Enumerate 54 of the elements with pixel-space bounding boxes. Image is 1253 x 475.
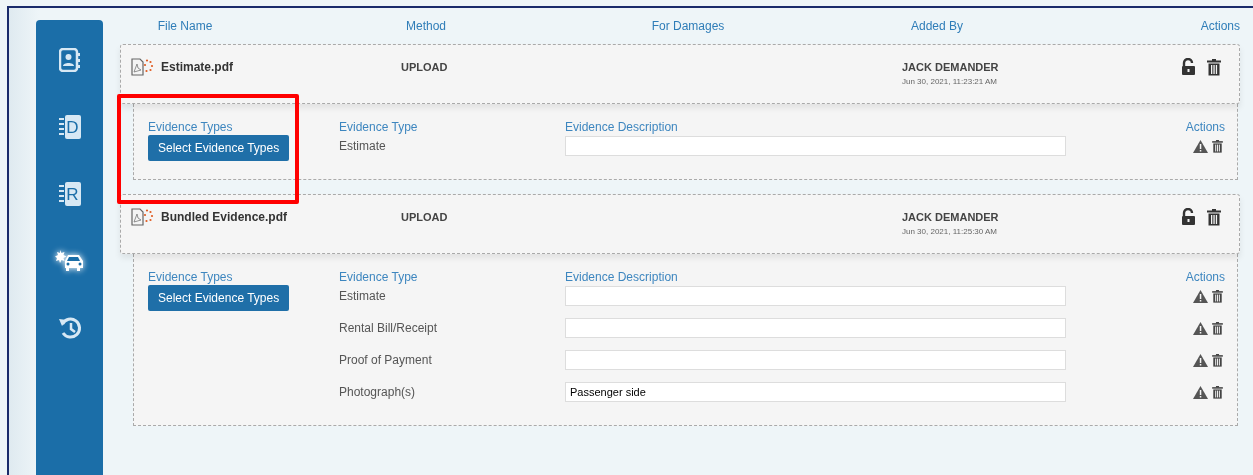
evidence-description-field[interactable]: Passenger side: [565, 382, 1066, 402]
unlock-icon[interactable]: [1181, 58, 1197, 76]
unlock-icon[interactable]: [1181, 208, 1197, 226]
select-evidence-types-button[interactable]: Select Evidence Types: [148, 285, 290, 311]
warning-icon[interactable]: [1193, 321, 1208, 335]
warning-icon[interactable]: [1193, 353, 1208, 367]
evidence-type-label: Evidence Type: [339, 270, 419, 284]
evidence-type: Estimate: [339, 289, 387, 303]
evidence-description-field[interactable]: [565, 286, 1066, 306]
evidence-type: Photograph(s): [339, 385, 417, 399]
added-by-name: JACK DEMANDER: [902, 61, 1000, 73]
evidence-type-label: Evidence Type: [339, 120, 419, 134]
evidence-types-label: Evidence Types: [148, 120, 234, 134]
evidence-type: Proof of Payment: [339, 353, 433, 367]
sidebar-item[interactable]: R: [49, 174, 90, 214]
car-crash-icon: [54, 249, 85, 273]
trash-icon[interactable]: [1207, 58, 1221, 76]
evidence-description-field[interactable]: [565, 350, 1066, 370]
trash-icon[interactable]: [1207, 208, 1221, 226]
evidence-type: Rental Bill/Receipt: [339, 321, 439, 335]
added-timestamp: Jun 30, 2021, 11:25:30 AM: [902, 227, 999, 236]
file-name: Bundled Evidence.pdf: [161, 210, 287, 224]
contact-book-icon: [58, 48, 81, 72]
warning-icon[interactable]: [1193, 289, 1208, 303]
evidence-description-label: Evidence Description: [565, 270, 679, 284]
upload-method: UPLOAD: [401, 60, 449, 73]
upload-method: UPLOAD: [401, 210, 449, 223]
actions-label: Actions: [1184, 270, 1225, 284]
pdf-file-icon: [131, 208, 155, 226]
warning-icon[interactable]: [1193, 139, 1208, 153]
trash-icon[interactable]: [1212, 353, 1223, 367]
trash-icon[interactable]: [1212, 321, 1223, 335]
trash-icon[interactable]: [1212, 385, 1223, 399]
column-header: Actions: [1199, 19, 1240, 33]
column-header: Added By: [909, 19, 964, 33]
evidence-description-field[interactable]: [565, 318, 1066, 338]
trash-icon[interactable]: [1212, 139, 1223, 153]
file-name: Estimate.pdf: [161, 60, 233, 74]
sidebar-item[interactable]: D: [49, 107, 90, 147]
column-header: For Damages: [650, 19, 726, 33]
column-header: File Name: [156, 19, 214, 33]
evidence-types-label: Evidence Types: [148, 270, 234, 284]
evidence-type: Estimate: [339, 139, 387, 153]
pdf-file-icon: [131, 58, 155, 76]
added-by-name: JACK DEMANDER: [902, 211, 1000, 223]
trash-icon[interactable]: [1212, 289, 1223, 303]
history-icon: [57, 316, 82, 340]
added-timestamp: Jun 30, 2021, 11:23:21 AM: [902, 77, 999, 86]
evidence-description-label: Evidence Description: [565, 120, 679, 134]
column-header: Method: [405, 19, 447, 33]
actions-label: Actions: [1184, 120, 1225, 134]
evidence-description-field[interactable]: [565, 136, 1066, 156]
warning-icon[interactable]: [1193, 385, 1208, 399]
select-evidence-types-button[interactable]: Select Evidence Types: [148, 135, 290, 161]
